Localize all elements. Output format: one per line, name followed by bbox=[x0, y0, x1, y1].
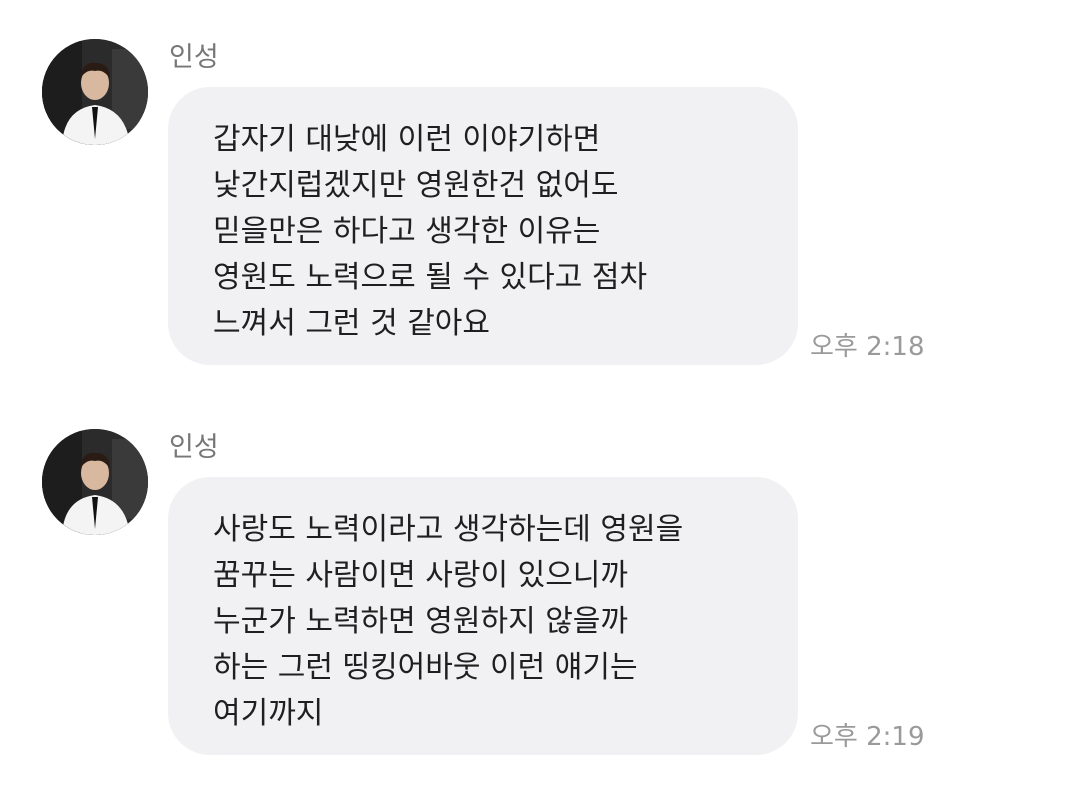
message-text-line: 사랑도 노력이라고 생각하는데 영원을 bbox=[213, 512, 684, 547]
sender-name: 인성 bbox=[169, 432, 219, 463]
avatar[interactable] bbox=[42, 429, 148, 535]
profile-photo-icon bbox=[42, 429, 148, 535]
message-text-line: 하는 그런 띵킹어바웃 이런 얘기는 bbox=[213, 650, 638, 685]
message-text-line: 여기까지 bbox=[213, 696, 324, 731]
message-text-line: 꿈꾸는 사람이면 사랑이 있으니까 bbox=[213, 558, 629, 593]
message-bubble[interactable]: 사랑도 노력이라고 생각하는데 영원을 꿈꾸는 사람이면 사랑이 있으니까 누군… bbox=[168, 477, 798, 755]
message-text-line: 누군가 노력하면 영원하지 않을까 bbox=[213, 604, 629, 639]
message-timestamp: 오후 2:19 bbox=[810, 722, 925, 752]
message-group: 인성 사랑도 노력이라고 생각하는데 영원을 꿈꾸는 사람이면 사랑이 있으니까… bbox=[0, 0, 1080, 801]
